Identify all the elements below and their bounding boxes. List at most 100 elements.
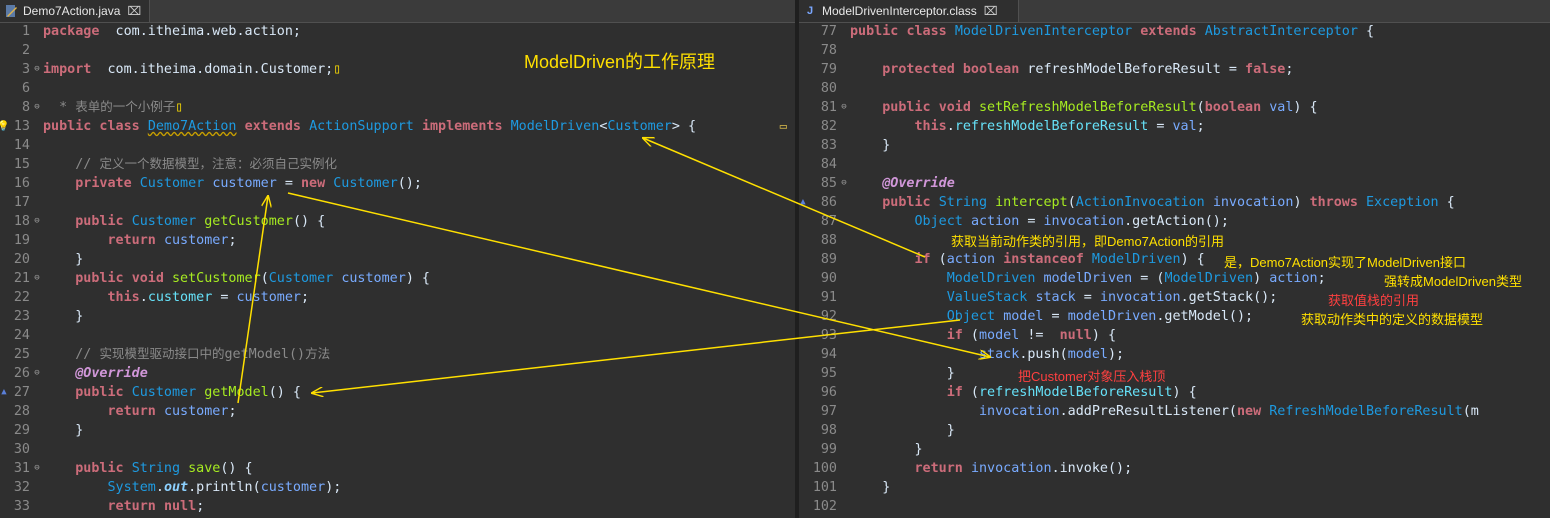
- left-code-line[interactable]: 19 return customer;: [0, 231, 795, 250]
- fold-toggle-icon[interactable]: ⊖: [838, 98, 850, 117]
- override-marker-icon[interactable]: ▲: [0, 383, 10, 402]
- code-text: // 实现模型驱动接口中的getModel()方法: [75, 347, 331, 362]
- left-code-line[interactable]: 1 package com.itheima.web.action;: [0, 22, 795, 41]
- left-code-line[interactable]: 14: [0, 136, 795, 155]
- fold-toggle-icon[interactable]: ⊖: [31, 364, 43, 383]
- left-code-line[interactable]: 28 return customer;: [0, 402, 795, 421]
- code-text: Object model = modelDriven.getModel();: [946, 309, 1254, 324]
- line-number: 31: [13, 461, 30, 476]
- line-number: 88: [820, 233, 837, 248]
- right-code-line[interactable]: 78: [799, 41, 1550, 60]
- code-text: if (model != null) {: [946, 328, 1117, 343]
- right-code-line[interactable]: 99 }: [799, 440, 1550, 459]
- close-tab-icon[interactable]: ⌧: [127, 4, 141, 18]
- left-code-line[interactable]: 25 // 实现模型驱动接口中的getModel()方法: [0, 345, 795, 364]
- left-code-line[interactable]: 16 private Customer customer = new Custo…: [0, 174, 795, 193]
- code-text: this.refreshModelBeforeResult = val;: [914, 119, 1205, 134]
- line-number: 99: [820, 442, 837, 457]
- right-code-line[interactable]: 96 if (refreshModelBeforeResult) {: [799, 383, 1550, 402]
- right-code-line[interactable]: 83 }: [799, 136, 1550, 155]
- right-code-line[interactable]: 79 protected boolean refreshModelBeforeR…: [799, 60, 1550, 79]
- right-code-line[interactable]: 81 ⊖ public void setRefreshModelBeforeRes…: [799, 98, 1550, 117]
- left-code-area[interactable]: 1 package com.itheima.web.action; 2 3 ⊖ impor…: [0, 22, 795, 518]
- fold-toggle-icon[interactable]: ⊖: [31, 459, 43, 478]
- right-code-line[interactable]: 98 }: [799, 421, 1550, 440]
- line-number: 1: [21, 24, 30, 39]
- note-push: 把Customer对象压入栈顶: [1018, 369, 1166, 384]
- left-code-line[interactable]: 26 ⊖ @Override: [0, 364, 795, 383]
- note-instanceof: 是，Demo7Action实现了ModelDriven接口: [1224, 255, 1467, 270]
- left-code-line[interactable]: 30: [0, 440, 795, 459]
- line-number: 29: [13, 423, 30, 438]
- right-code-line[interactable]: 82 this.refreshModelBeforeResult = val;: [799, 117, 1550, 136]
- line-number: 18: [13, 214, 30, 229]
- line-number: 98: [820, 423, 837, 438]
- right-code-line[interactable]: 93 if (model != null) {: [799, 326, 1550, 345]
- fold-toggle-icon[interactable]: ⊖: [31, 269, 43, 288]
- code-text: * 表单的一个小例子▯: [43, 100, 184, 115]
- fold-toggle-icon[interactable]: ⊖: [838, 174, 850, 193]
- right-code-line[interactable]: 77 public class ModelDrivenInterceptor ex…: [799, 22, 1550, 41]
- right-code-line[interactable]: 85 ⊖ @Override: [799, 174, 1550, 193]
- quickfix-bulb-icon[interactable]: 💡: [0, 117, 9, 136]
- line-number: 94: [820, 347, 837, 362]
- right-code-line[interactable]: 87 Object action = invocation.getAction(…: [799, 212, 1550, 231]
- left-tab-bar: Demo7Action.java ⌧: [0, 0, 795, 23]
- right-code-line[interactable]: 84: [799, 155, 1550, 174]
- tab-modeldriveninterceptor[interactable]: J ModelDrivenInterceptor.class ⌧: [799, 0, 1019, 22]
- left-code-line[interactable]: 21 ⊖ public void setCustomer(Customer cus…: [0, 269, 795, 288]
- left-code-line[interactable]: 8 ⊖ * 表单的一个小例子▯: [0, 98, 795, 117]
- right-code-line[interactable]: 100 return invocation.invoke();: [799, 459, 1550, 478]
- left-code-line[interactable]: 32 System.out.println(customer);: [0, 478, 795, 497]
- close-tab-icon[interactable]: ⌧: [984, 4, 998, 18]
- left-code-line[interactable]: 17: [0, 193, 795, 212]
- overview-ruler-marker[interactable]: ▭: [780, 117, 787, 136]
- line-number: 81: [820, 100, 837, 115]
- right-code-line[interactable]: 101 }: [799, 478, 1550, 497]
- left-code-line[interactable]: 23 }: [0, 307, 795, 326]
- right-code-line[interactable]: 86 ▲ public String intercept(ActionInvoca…: [799, 193, 1550, 212]
- left-code-line[interactable]: 31 ⊖ public String save() {: [0, 459, 795, 478]
- left-code-line[interactable]: 24: [0, 326, 795, 345]
- line-number: 93: [820, 328, 837, 343]
- fold-toggle-icon[interactable]: ⊖: [31, 60, 43, 79]
- left-code-line[interactable]: 6: [0, 79, 795, 98]
- right-code-line[interactable]: 94 stack.push(model);: [799, 345, 1550, 364]
- line-number: 89: [820, 252, 837, 267]
- fold-toggle-icon[interactable]: ⊖: [31, 212, 43, 231]
- code-text: public void setCustomer(Customer custome…: [75, 271, 430, 286]
- tab-label: ModelDrivenInterceptor.class: [822, 4, 977, 18]
- code-text: Object action = invocation.getAction();: [914, 214, 1229, 229]
- line-number: 80: [820, 81, 837, 96]
- left-code-line[interactable]: 15 // 定义一个数据模型，注意：必须自己实例化: [0, 155, 795, 174]
- code-text: public String save() {: [75, 461, 253, 476]
- code-text: }: [850, 138, 891, 153]
- right-code-line[interactable]: 91 ValueStack stack = invocation.getStac…: [799, 288, 1550, 307]
- right-code-line[interactable]: 102: [799, 497, 1550, 516]
- line-number: 87: [820, 214, 837, 229]
- note-cast: 强转成ModelDriven类型: [1384, 274, 1522, 289]
- fold-toggle-icon[interactable]: ⊖: [31, 98, 43, 117]
- left-code-line[interactable]: 33 return null;: [0, 497, 795, 516]
- left-code-line[interactable]: 27 ▲ public Customer getModel() {: [0, 383, 795, 402]
- right-code-line[interactable]: 97 invocation.addPreResultListener(new R…: [799, 402, 1550, 421]
- override-marker-icon[interactable]: ▲: [799, 193, 809, 212]
- left-code-line[interactable]: 18 ⊖ public Customer getCustomer() {: [0, 212, 795, 231]
- line-number: 17: [13, 195, 30, 210]
- code-text: stack.push(model);: [979, 347, 1125, 362]
- right-tab-bar: J ModelDrivenInterceptor.class ⌧: [799, 0, 1550, 23]
- tab-demo7action[interactable]: Demo7Action.java ⌧: [0, 0, 150, 22]
- code-text: return null;: [107, 499, 205, 514]
- left-code-line[interactable]: 29 }: [0, 421, 795, 440]
- left-code-line[interactable]: 13 💡 public class Demo7Action extends Acti…: [0, 117, 795, 136]
- code-text: import com.itheima.domain.Customer;▯: [43, 62, 342, 77]
- line-number: 77: [820, 24, 837, 39]
- code-text: protected boolean refreshModelBeforeResu…: [882, 62, 1294, 77]
- tab-label: Demo7Action.java: [23, 4, 121, 18]
- left-code-line[interactable]: 22 this.customer = customer;: [0, 288, 795, 307]
- left-code-line[interactable]: 20 }: [0, 250, 795, 269]
- right-code-line[interactable]: 95 }: [799, 364, 1550, 383]
- code-text: public Customer getCustomer() {: [75, 214, 326, 229]
- line-number: 26: [13, 366, 30, 381]
- right-code-line[interactable]: 80: [799, 79, 1550, 98]
